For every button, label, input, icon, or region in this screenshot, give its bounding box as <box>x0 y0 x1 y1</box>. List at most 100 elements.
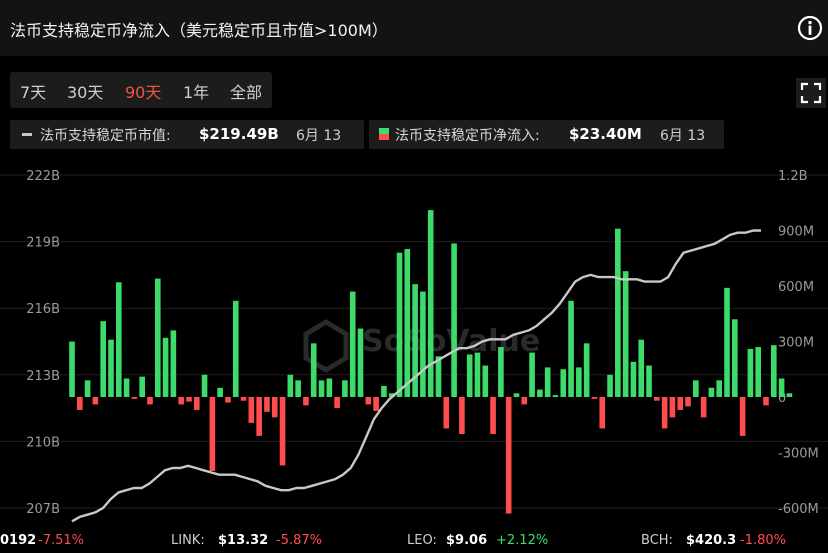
right-axis-tick: 1.2B <box>778 169 808 184</box>
flow-bar <box>560 369 567 397</box>
flow-bar <box>521 397 528 405</box>
ticker-symbol: LINK: <box>171 533 205 548</box>
flow-bar <box>108 339 114 397</box>
right-axis-tick: 300M <box>778 336 814 351</box>
left-axis-tick: 222B <box>26 169 60 184</box>
right-axis-tick: -300M <box>778 447 819 462</box>
flow-bar <box>404 249 411 397</box>
ticker-change: -1.80% <box>740 533 786 548</box>
ticker-price: 0192 <box>0 533 37 548</box>
flow-bar <box>763 397 769 406</box>
flow-bar <box>739 397 746 436</box>
flow-bar <box>505 397 512 514</box>
flow-bar <box>381 385 387 397</box>
ticker-change: -7.51% <box>38 533 84 548</box>
flow-bar <box>513 393 520 397</box>
flow-bar <box>349 291 356 397</box>
price-ticker: 0192 -7.51% LINK: $13.32 -5.87% LEO: $9.… <box>0 529 828 553</box>
flow-bar <box>537 389 543 397</box>
flow-bar <box>240 397 247 401</box>
flow-bar <box>123 378 130 397</box>
flow-bar <box>264 397 270 412</box>
flow-bar <box>357 328 364 397</box>
flow-bar <box>279 397 286 466</box>
flow-bar <box>490 397 496 434</box>
flow-bar <box>693 380 699 397</box>
flow-bar <box>69 341 75 397</box>
flow-bar <box>334 397 340 409</box>
right-axis-tick: 900M <box>778 225 814 240</box>
flow-bar <box>295 380 301 397</box>
flow-bar <box>482 365 489 397</box>
flow-bar <box>498 347 504 397</box>
flow-bar <box>139 376 145 397</box>
flow-bar <box>131 397 138 399</box>
flow-bar <box>544 367 551 397</box>
flow-bar <box>100 321 106 397</box>
flow-bar <box>474 352 481 397</box>
flow-bar <box>583 343 590 397</box>
ticker-price: $9.06 <box>446 533 488 548</box>
flow-bar <box>778 378 785 397</box>
flow-bar <box>451 243 457 397</box>
flow-bar <box>147 397 153 405</box>
flow-bar <box>77 397 83 410</box>
flow-bar <box>342 380 348 397</box>
flow-bar <box>193 397 200 410</box>
ticker-symbol: LEO: <box>407 533 437 548</box>
ticker-change: +2.12% <box>496 533 549 548</box>
flow-bar <box>591 397 598 399</box>
left-axis-tick: 219B <box>26 236 60 251</box>
flow-bar <box>186 397 192 402</box>
flow-bar <box>552 395 559 397</box>
flow-bar <box>568 300 574 397</box>
flow-bar <box>708 387 715 397</box>
flow-bar <box>786 393 793 397</box>
flow-bar <box>373 397 379 411</box>
right-axis-tick: 600M <box>778 280 814 295</box>
flow-bar <box>630 361 637 397</box>
flow-bar <box>420 291 426 397</box>
flow-bar <box>755 347 761 397</box>
flow-bar <box>677 397 684 410</box>
stablecoin-chart: 222B 219B 216B 213B 210B 207B 1.2B 900M 600M 300M… <box>0 169 828 523</box>
flow-bar <box>232 300 239 397</box>
flow-bar <box>248 397 255 423</box>
flow-bar <box>170 330 177 397</box>
flow-bar <box>599 397 606 429</box>
flow-bar <box>326 378 333 397</box>
flow-bar <box>747 348 754 397</box>
ticker-change: -5.87% <box>276 533 322 548</box>
flow-bar <box>459 397 465 434</box>
flow-bar <box>201 374 208 397</box>
flow-bar <box>178 397 184 405</box>
flow-bar <box>256 397 262 436</box>
flow-bar <box>287 374 294 397</box>
flow-bar <box>669 397 676 418</box>
flow-bar <box>646 365 652 397</box>
flow-bar <box>217 387 223 397</box>
left-axis-tick: 216B <box>26 302 60 317</box>
flow-bar <box>154 278 161 397</box>
flow-bar <box>427 210 434 397</box>
left-axis-tick: 207B <box>26 502 60 517</box>
flow-bar <box>615 228 621 397</box>
flow-bar <box>310 343 317 397</box>
flow-bar <box>607 374 613 397</box>
flow-bar <box>303 397 309 406</box>
left-axis-tick: 210B <box>26 435 60 450</box>
flow-bar <box>84 380 91 397</box>
left-axis-tick: 213B <box>26 369 60 384</box>
flow-bar <box>685 397 691 407</box>
flow-bar <box>209 397 216 471</box>
flow-bar <box>771 345 777 397</box>
ticker-price: $420.3 <box>686 533 737 548</box>
flow-bar <box>365 397 372 405</box>
flow-bar <box>318 380 325 397</box>
flow-bar <box>271 397 278 418</box>
flow-bar <box>638 339 645 397</box>
flow-bar <box>396 252 403 397</box>
flow-bar <box>466 354 473 397</box>
flow-bar <box>529 352 535 397</box>
flow-bar <box>576 367 582 397</box>
